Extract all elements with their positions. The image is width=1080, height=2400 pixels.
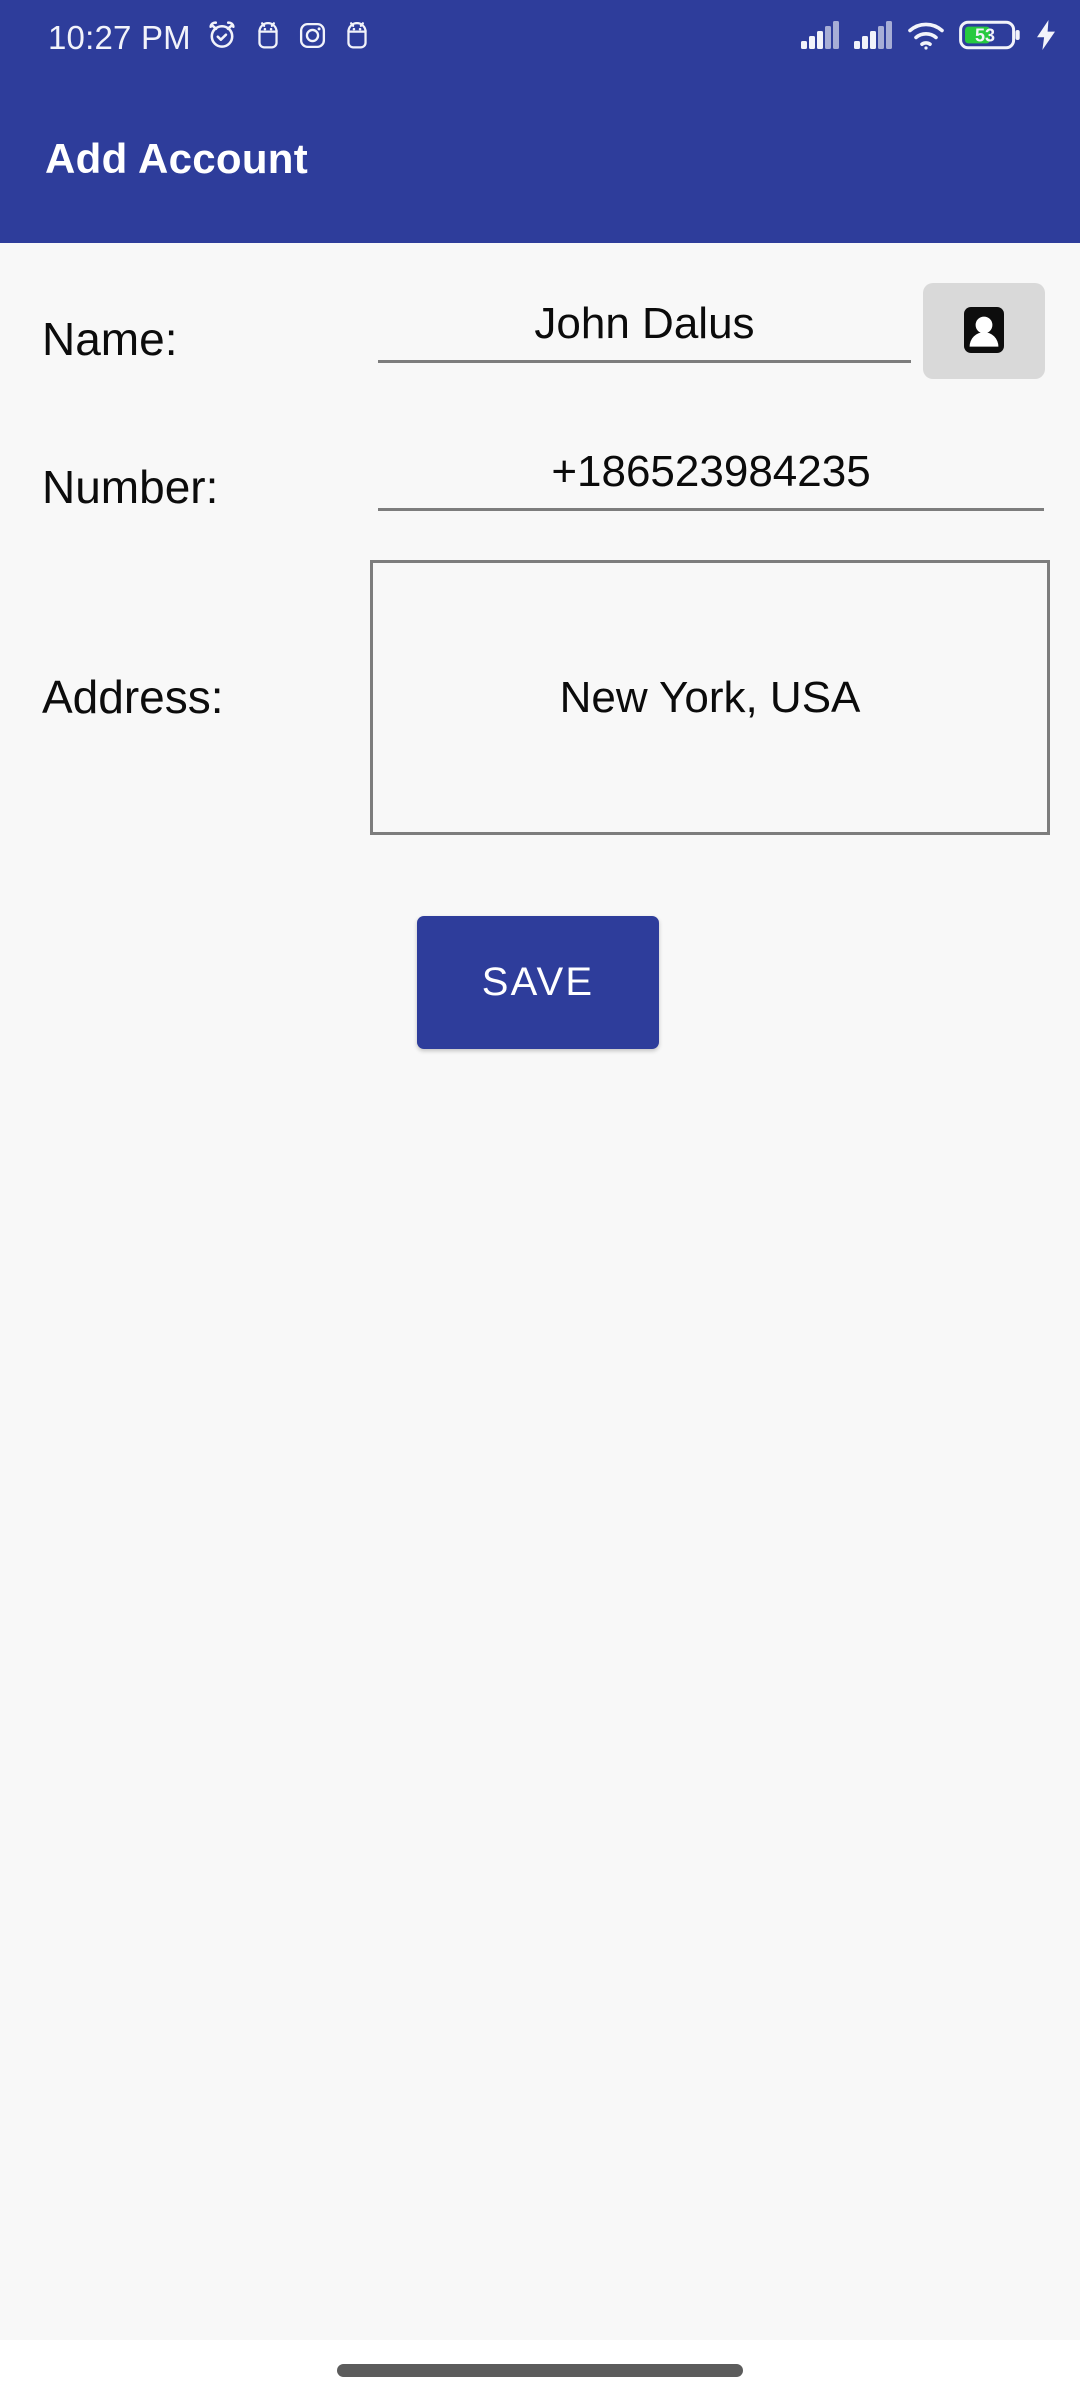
number-input[interactable]: +186523984235	[378, 436, 1044, 511]
status-bar-left-group: 10:27 PM	[48, 18, 372, 57]
address-value: New York, USA	[559, 672, 861, 722]
app-bar: Add Account	[0, 75, 1080, 243]
android-app-icon	[253, 19, 283, 56]
android-app-icon-2	[342, 19, 372, 56]
number-value: +186523984235	[551, 447, 871, 496]
system-navigation-bar	[0, 2340, 1080, 2400]
contact-picker-button[interactable]	[923, 283, 1045, 379]
status-bar-right-group: 53	[800, 19, 1058, 56]
name-value: John Dalus	[534, 299, 755, 348]
wifi-icon	[906, 19, 946, 56]
name-input[interactable]: John Dalus	[378, 288, 911, 363]
status-bar-clock: 10:27 PM	[48, 19, 191, 56]
name-label: Name:	[42, 313, 178, 365]
save-button[interactable]: SAVE	[417, 916, 659, 1049]
form-content: Name: John Dalus Number: +186523984235 A…	[0, 243, 1080, 2340]
cellular-signal-icon-2	[853, 20, 893, 55]
charging-bolt-icon	[1034, 19, 1058, 56]
address-input[interactable]: New York, USA	[370, 560, 1050, 835]
battery-icon: 53	[959, 19, 1021, 56]
home-gesture-pill[interactable]	[337, 2363, 743, 2377]
status-bar: 10:27 PM 53	[0, 0, 1080, 75]
cellular-signal-icon-1	[800, 20, 840, 55]
instagram-icon	[297, 20, 328, 56]
page-title: Add Account	[45, 135, 309, 182]
number-label: Number:	[42, 461, 219, 513]
contact-person-icon	[956, 302, 1012, 361]
battery-level-text: 53	[975, 26, 995, 46]
address-label: Address:	[42, 671, 224, 723]
alarm-clock-icon	[205, 18, 239, 57]
